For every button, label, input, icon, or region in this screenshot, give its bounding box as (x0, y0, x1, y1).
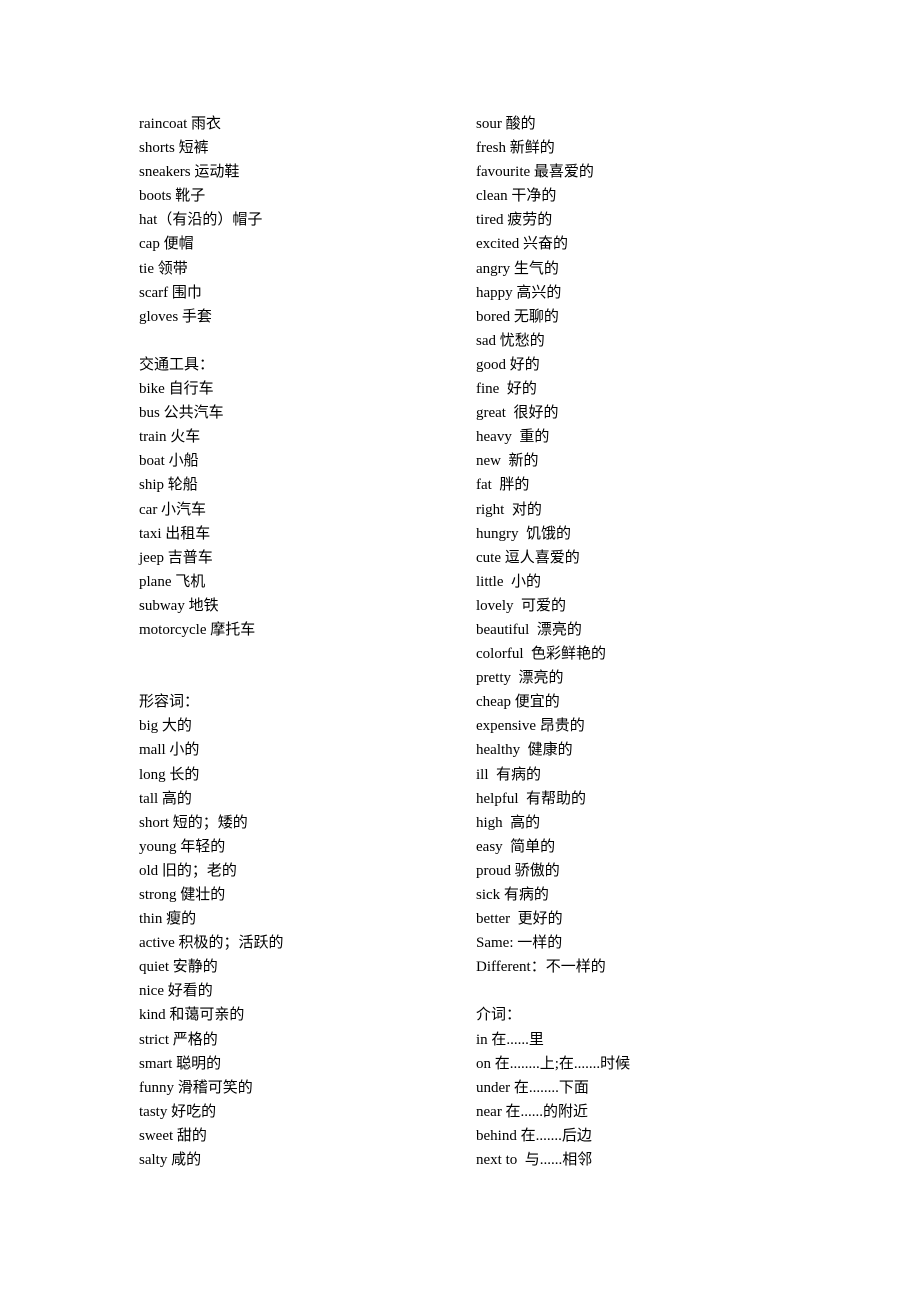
vocab-entry: fat 胖的 (476, 477, 530, 494)
vocab-entry: lovely 可爱的 (476, 597, 566, 614)
vocab-entry: strict 严格的 (139, 1031, 218, 1048)
vocab-entry: proud 骄傲的 (476, 862, 560, 879)
vocab-entry: heavy 重的 (476, 429, 550, 446)
vocab-entry: bike 自行车 (139, 381, 214, 398)
vocab-entry: expensive 昂贵的 (476, 718, 585, 735)
vocab-entry: favourite 最喜爱的 (476, 164, 594, 181)
vocab-entry: sweet 甜的 (139, 1127, 207, 1144)
section-heading: 形容词： (139, 694, 200, 711)
vocab-entry: young 年轻的 (139, 838, 226, 855)
vocab-entry: gloves 手套 (139, 308, 212, 325)
vocab-entry: salty 咸的 (139, 1152, 202, 1169)
vocab-entry: shorts 短裤 (139, 140, 209, 157)
left-column: raincoat 雨衣 shorts 短裤 sneakers 运动鞋 boots 靴子… (139, 112, 284, 1172)
vocab-entry: cute 逗人喜爱的 (476, 549, 580, 566)
vocab-entry: on 在........上;在.......时候 (476, 1055, 631, 1072)
vocab-entry: tall 高的 (139, 790, 192, 807)
vocab-entry: taxi 出租车 (139, 525, 211, 542)
vocab-entry: short 短的；矮的 (139, 814, 248, 831)
vocab-entry: great 很好的 (476, 405, 559, 422)
vocab-entry: old 旧的；老的 (139, 862, 237, 879)
section-heading: 交通工具： (139, 356, 215, 373)
vocab-entry: new 新的 (476, 453, 539, 470)
vocab-entry: behind 在.......后边 (476, 1127, 592, 1144)
vocab-entry: cap 便帽 (139, 236, 194, 253)
vocab-entry: sad 忧愁的 (476, 332, 545, 349)
vocab-entry: tie 领带 (139, 260, 188, 277)
vocab-entry: pretty 漂亮的 (476, 670, 564, 687)
vocab-entry: mall 小的 (139, 742, 200, 759)
vocab-entry: under 在........下面 (476, 1079, 589, 1096)
vocab-entry: next to 与......相邻 (476, 1152, 593, 1169)
vocab-entry: tasty 好吃的 (139, 1103, 217, 1120)
vocab-entry: Different：不一样的 (476, 959, 606, 976)
vocab-entry: hat（有沿的）帽子 (139, 212, 263, 229)
vocab-entry: fresh 新鲜的 (476, 140, 555, 157)
vocab-entry: bored 无聊的 (476, 308, 559, 325)
vocab-entry: Same: 一样的 (476, 935, 563, 952)
vocab-entry: sick 有病的 (476, 887, 549, 903)
vocab-entry: sneakers 运动鞋 (139, 164, 240, 181)
vocab-entry: train 火车 (139, 429, 201, 446)
section-heading: 介词： (476, 1007, 522, 1024)
vocab-entry: excited 兴奋的 (476, 236, 569, 253)
vocab-entry: in 在......里 (476, 1031, 544, 1048)
vocab-entry: boots 靴子 (139, 188, 206, 205)
vocab-entry: tired 疲劳的 (476, 212, 553, 229)
vocab-entry: easy 简单的 (476, 838, 556, 855)
vocab-entry: active 积极的；活跃的 (139, 935, 284, 952)
vocab-entry: smart 聪明的 (139, 1055, 222, 1072)
right-column: sour 酸的 fresh 新鲜的 favourite 最喜爱的 clean 干净的 t… (476, 112, 630, 1172)
vocab-entry: nice 好看的 (139, 983, 213, 1000)
vocab-entry: long 长的 (139, 766, 200, 783)
vocab-entry: better 更好的 (476, 911, 563, 928)
vocab-entry: hungry 饥饿的 (476, 525, 571, 542)
vocab-entry: little 小的 (476, 573, 541, 590)
vocab-entry: sour 酸的 (476, 116, 536, 132)
vocab-entry: car 小汽车 (139, 501, 207, 518)
vocab-entry: helpful 有帮助的 (476, 790, 586, 807)
vocab-entry: motorcycle 摩托车 (139, 621, 256, 638)
vocab-entry: cheap 便宜的 (476, 694, 560, 711)
vocab-entry: subway 地铁 (139, 597, 219, 614)
vocab-entry: near 在......的附近 (476, 1103, 589, 1120)
vocab-entry: happy 高兴的 (476, 284, 562, 301)
vocab-entry: good 好的 (476, 356, 540, 373)
vocab-entry: right 对的 (476, 501, 542, 518)
vocab-entry: high 高的 (476, 814, 541, 831)
vocab-entry: bus 公共汽车 (139, 405, 224, 422)
vocab-entry: thin 瘦的 (139, 911, 197, 928)
vocab-entry: angry 生气的 (476, 260, 559, 277)
vocab-entry: ship 轮船 (139, 477, 198, 494)
vocab-entry: fine 好的 (476, 381, 537, 398)
vocab-entry: funny 滑稽可笑的 (139, 1079, 253, 1096)
vocab-entry: raincoat 雨衣 (139, 116, 222, 132)
vocab-entry: kind 和蔼可亲的 (139, 1007, 245, 1024)
vocab-entry: healthy 健康的 (476, 742, 573, 759)
vocab-entry: plane 飞机 (139, 573, 206, 590)
vocab-entry: ill 有病的 (476, 766, 542, 783)
vocab-entry: colorful 色彩鲜艳的 (476, 646, 606, 663)
vocab-entry: scarf 围巾 (139, 284, 202, 301)
vocab-entry: jeep 吉普车 (139, 549, 213, 566)
vocab-entry: strong 健壮的 (139, 887, 226, 903)
vocab-entry: big 大的 (139, 718, 192, 735)
vocab-entry: clean 干净的 (476, 188, 557, 205)
vocab-entry: beautiful 漂亮的 (476, 621, 582, 638)
vocab-entry: boat 小船 (139, 453, 199, 470)
vocab-entry: quiet 安静的 (139, 959, 218, 976)
